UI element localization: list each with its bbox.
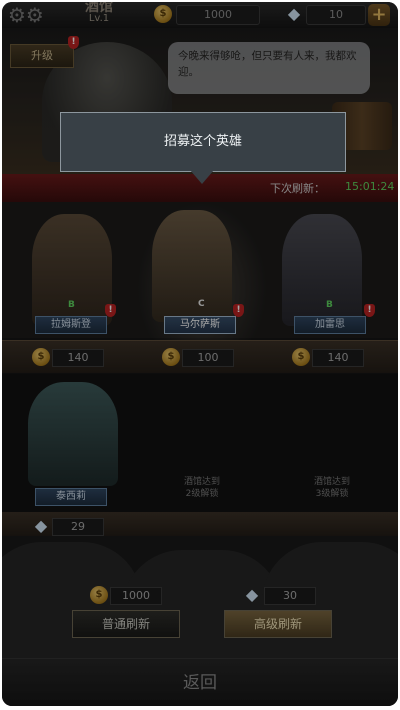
diamond-icon: ◆ (287, 4, 301, 23)
diamond-icon: ◆ (34, 516, 48, 535)
hero-name[interactable]: 拉姆斯登 (35, 316, 107, 334)
plus-icon[interactable]: + (368, 4, 390, 26)
normal-refresh-cost: 1000 (110, 587, 162, 605)
locked-level: 3级解锁 (315, 489, 349, 499)
upgrade-button[interactable]: 升级 (10, 44, 74, 68)
hero-name[interactable]: 泰西莉 (35, 488, 107, 506)
normal-refresh-button[interactable]: 普通刷新 (72, 610, 180, 638)
locked-requirement: 酒馆达到 (183, 477, 220, 487)
hero-price: 140 (52, 349, 104, 367)
locked-requirement: 酒馆达到 (313, 477, 350, 487)
hero-grade: C (198, 299, 205, 309)
tooltip-arrow (190, 170, 214, 184)
locked-slot-3: 酒馆达到 3级解锁 (292, 476, 372, 500)
premium-refresh-button[interactable]: 高级刷新 (224, 610, 332, 638)
gold-coin-icon: $ (154, 5, 172, 23)
locked-slot-2: 酒馆达到 2级解锁 (162, 476, 242, 500)
hero-price: 140 (312, 349, 364, 367)
gears-icon[interactable]: ⚙⚙ (8, 4, 44, 26)
tavern-level: Lv.1 (88, 13, 110, 24)
hero-card-malthus[interactable] (152, 210, 232, 322)
hero-grade: B (68, 300, 75, 310)
hero-price: 100 (182, 349, 234, 367)
hero-name-selected[interactable]: 马尔萨斯 (164, 316, 236, 334)
hero-card-tessily[interactable] (28, 382, 118, 486)
recruit-tooltip[interactable]: 招募这个英雄 (60, 112, 346, 172)
hero-card-gareth[interactable] (282, 214, 362, 326)
hero-price: 29 (52, 518, 104, 536)
gold-coin-icon: $ (90, 586, 108, 604)
gold-coin-icon: $ (32, 348, 50, 366)
gem-amount: 10 (306, 5, 366, 25)
gold-coin-icon: $ (162, 348, 180, 366)
hero-grade: B (326, 300, 333, 310)
hero-name[interactable]: 加雷思 (294, 316, 366, 334)
refresh-timer-value: 15:01:24 (345, 180, 395, 193)
locked-level: 2级解锁 (185, 489, 219, 499)
diamond-icon: ◆ (245, 585, 259, 604)
premium-refresh-cost: 30 (264, 587, 316, 605)
gold-amount: 1000 (176, 5, 260, 25)
gold-coin-icon: $ (292, 348, 310, 366)
refresh-timer-label: 下次刷新： (270, 182, 325, 195)
tavern-screen: ⚙⚙ 酒馆 Lv.1 $ 1000 ◆ 10 + 升级 ! 今晚来得够呛，但只要… (2, 2, 398, 706)
back-button[interactable]: 返回 (2, 658, 398, 706)
innkeeper-speech-bubble: 今晚来得够呛，但只要有人来，我都欢迎。 (168, 42, 370, 94)
upgrade-alert-badge: ! (68, 36, 79, 49)
